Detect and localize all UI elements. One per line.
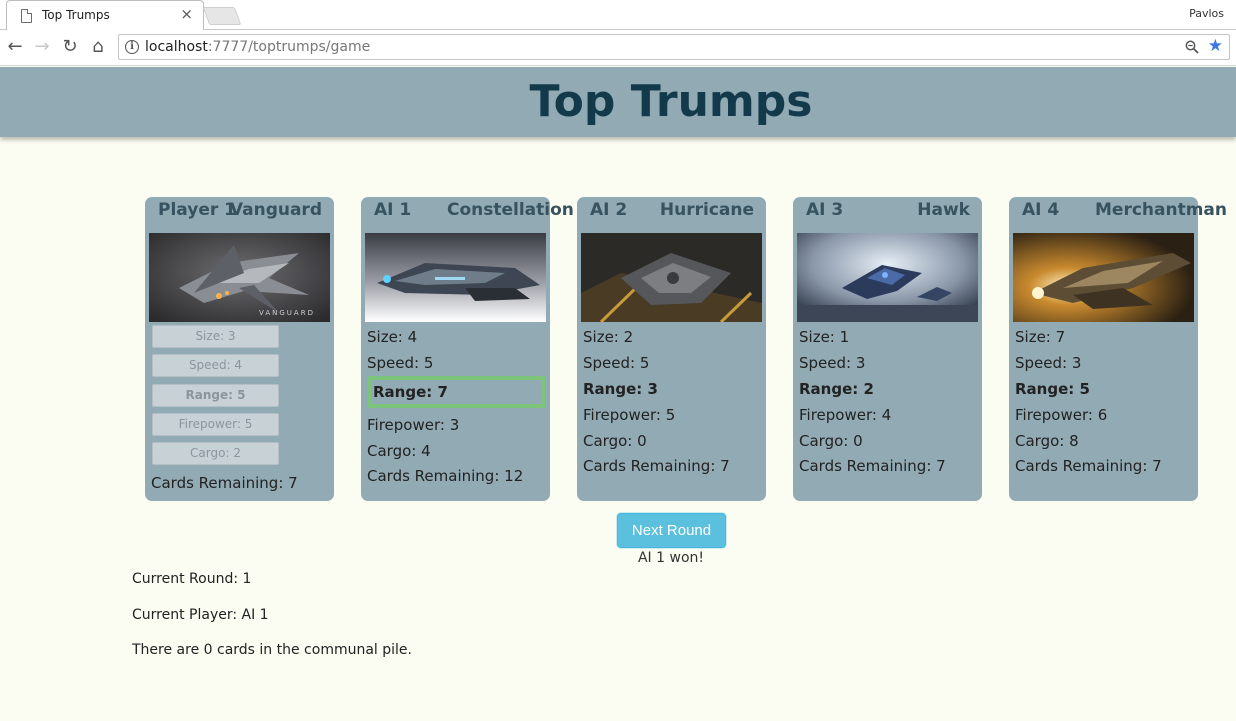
browser-toolbar: ← → ↻ ⌂ i localhost:7777/toptrumps/game …: [0, 30, 1236, 66]
card-image-constellation: [365, 233, 546, 322]
back-arrow-icon[interactable]: ←: [4, 36, 26, 58]
stat-size: Size: 7: [1015, 328, 1066, 346]
cards-remaining: Cards Remaining: 7: [1015, 457, 1162, 475]
stat-cargo: Cargo: 4: [367, 442, 431, 460]
stat-firepower: Firepower: 6: [1015, 406, 1108, 424]
stat-range-selected: Range: 7: [367, 376, 545, 408]
stat-firepower-button[interactable]: Firepower: 5: [152, 413, 279, 436]
stat-speed: Speed: 5: [583, 354, 650, 372]
bookmark-star-icon[interactable]: ★: [1208, 36, 1223, 56]
info-icon[interactable]: i: [125, 40, 139, 54]
stat-range: Range: 5: [1015, 380, 1090, 398]
url-host: localhost: [145, 39, 208, 55]
address-bar[interactable]: i localhost:7777/toptrumps/game ★: [118, 34, 1230, 60]
stat-size: Size: 2: [583, 328, 634, 346]
card-image-merchantman: [1013, 233, 1194, 322]
card-image-hawk: [797, 233, 978, 322]
card-name: Hawk: [917, 200, 970, 220]
cards-remaining: Cards Remaining: 12: [367, 467, 524, 485]
stat-range: Range: 3: [583, 380, 658, 398]
stat-speed: Speed: 3: [799, 354, 866, 372]
communal-pile: There are 0 cards in the communal pile.: [132, 642, 412, 658]
reload-icon[interactable]: ↻: [59, 36, 81, 58]
stat-range-button[interactable]: Range: 5: [152, 384, 279, 407]
forward-arrow-icon[interactable]: →: [31, 36, 53, 58]
round-result: AI 1 won!: [637, 550, 704, 566]
cards-remaining: Cards Remaining: 7: [583, 457, 730, 475]
current-round: Current Round: 1: [132, 571, 252, 587]
url-text[interactable]: localhost:7777/toptrumps/game: [145, 39, 370, 55]
tab-title: Top Trumps: [42, 8, 110, 22]
stat-range: Range: 2: [799, 380, 874, 398]
zoom-icon[interactable]: [1185, 40, 1199, 54]
ai-card: AI 3 Hawk Size: 1 Speed: 3 Range: 2 Fire…: [793, 197, 982, 501]
cards-remaining: Cards Remaining: 7: [151, 474, 298, 492]
image-caption: VANGUARD: [259, 309, 315, 317]
ai-card: AI 1 Constellation Size: 4 Speed: 5 Rang…: [361, 197, 574, 501]
new-tab-button[interactable]: [202, 7, 242, 25]
card-owner: AI 3: [806, 200, 844, 220]
player-card: Player 1 Vanguard VANGUARD Size: 3 Speed…: [145, 197, 334, 501]
stat-speed: Speed: 3: [1015, 354, 1082, 372]
card-name: Hurricane: [659, 200, 754, 220]
stat-cargo: Cargo: 0: [799, 432, 863, 450]
stat-firepower: Firepower: 4: [799, 406, 892, 424]
card-image-vanguard: VANGUARD: [149, 233, 330, 322]
profile-name[interactable]: Pavlos: [1189, 7, 1224, 20]
card-owner: AI 2: [590, 200, 628, 220]
card-owner: Player 1: [158, 200, 236, 220]
stat-firepower: Firepower: 5: [583, 406, 676, 424]
tab-close-icon[interactable]: ×: [180, 5, 193, 23]
page-icon: [21, 9, 32, 23]
browser-tab[interactable]: Top Trumps ×: [6, 0, 204, 31]
card-name: Vanguard: [229, 200, 322, 220]
browser-tabstrip: Top Trumps × Pavlos: [0, 0, 1236, 31]
card-name: Constellation: [447, 200, 574, 220]
current-player: Current Player: AI 1: [132, 607, 269, 623]
page-title: Top Trumps: [529, 76, 813, 127]
stat-size-button[interactable]: Size: 3: [152, 325, 279, 348]
cards-remaining: Cards Remaining: 7: [799, 457, 946, 475]
card-name: Merchantman: [1095, 200, 1227, 220]
stat-size: Size: 4: [367, 328, 418, 346]
stat-cargo-button[interactable]: Cargo: 2: [152, 442, 279, 465]
stat-firepower: Firepower: 3: [367, 416, 460, 434]
next-round-button[interactable]: Next Round: [617, 513, 726, 548]
card-image-hurricane: [581, 233, 762, 322]
card-owner: AI 1: [374, 200, 412, 220]
stat-cargo: Cargo: 0: [583, 432, 647, 450]
stat-speed-button[interactable]: Speed: 4: [152, 354, 279, 377]
card-owner: AI 4: [1022, 200, 1060, 220]
stat-cargo: Cargo: 8: [1015, 432, 1079, 450]
home-icon[interactable]: ⌂: [87, 36, 109, 58]
stat-speed: Speed: 5: [367, 354, 434, 372]
ai-card: AI 4 Merchantman Size: 7 Speed: 3 Range:…: [1009, 197, 1227, 501]
stat-size: Size: 1: [799, 328, 850, 346]
ai-card: AI 2 Hurricane Size: 2 Speed: 5 Range: 3…: [577, 197, 766, 501]
page-header: Top Trumps: [0, 67, 1236, 137]
url-path: :7777/toptrumps/game: [207, 39, 371, 55]
